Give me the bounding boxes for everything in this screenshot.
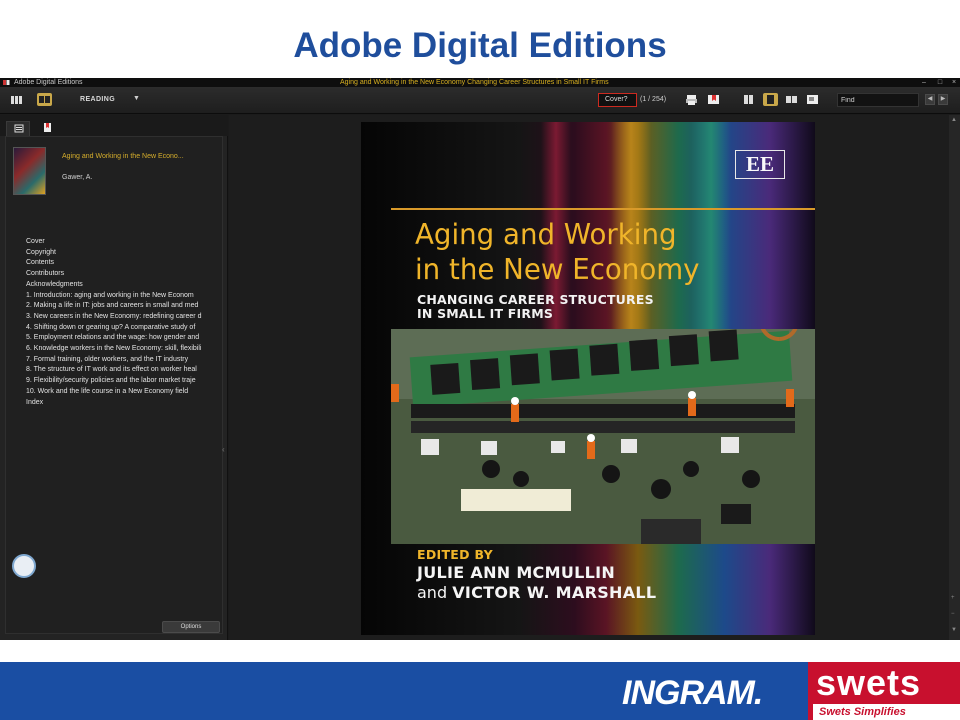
book-thumbnail[interactable] [13, 147, 46, 195]
page-number-input[interactable]: Cover? [598, 93, 637, 107]
options-button[interactable]: Options [162, 621, 220, 633]
print-icon[interactable] [684, 93, 699, 106]
cover-subtitle-line: CHANGING CAREER STRUCTURES [417, 292, 654, 307]
tab-contents[interactable] [6, 121, 30, 136]
book-title[interactable]: Aging and Working in the New Econo... [62, 153, 184, 160]
toc-item[interactable]: Copyright [26, 248, 224, 259]
app-logo-icon [3, 80, 10, 85]
toc-item[interactable]: Contributors [26, 269, 224, 280]
bookmark-tab-icon [44, 123, 51, 132]
single-page-view-icon[interactable] [741, 93, 756, 106]
find-input[interactable] [837, 93, 919, 107]
fit-page-view-icon[interactable] [763, 93, 778, 106]
sidebar-resize-handle[interactable]: ‹ [222, 445, 225, 454]
close-icon[interactable]: × [950, 78, 958, 87]
cover-subtitle: CHANGING CAREER STRUCTURES IN SMALL IT F… [417, 293, 654, 321]
toc-item[interactable]: 7. Formal training, older workers, and t… [26, 355, 224, 366]
toolbar: READING ▼ Cover? (1 / 254) ◀ ▶ [0, 87, 960, 114]
scroll-up-icon[interactable]: ▲ [951, 117, 957, 123]
view-mode-label[interactable]: READING [80, 96, 115, 103]
toc-item[interactable]: 3. New careers in the New Economy: redef… [26, 312, 224, 323]
page-count: (1 / 254) [640, 96, 667, 103]
cover-title-line: in the New Economy [415, 253, 700, 286]
cover-editor-2: and VICTOR W. MARSHALL [417, 583, 656, 602]
maximize-icon[interactable]: □ [936, 78, 944, 87]
slide-title: Adobe Digital Editions [293, 26, 667, 65]
window-titlebar: Adobe Digital Editions Aging and Working… [0, 78, 960, 87]
tab-bookmarks[interactable] [36, 121, 60, 136]
toc-item[interactable]: 1. Introduction: aging and working in th… [26, 291, 224, 302]
library-view-icon[interactable] [9, 93, 24, 106]
cover-divider [391, 208, 815, 210]
cover-photo-circuit-board [391, 329, 815, 544]
find-previous-button[interactable]: ◀ [925, 94, 935, 105]
window-document-title: Aging and Working in the New Economy Cha… [340, 79, 609, 86]
cover-editor-1: JULIE ANN MCMULLIN [417, 563, 616, 582]
table-of-contents: Cover Copyright Contents Contributors Ac… [26, 237, 224, 408]
cover-title: Aging and Working in the New Economy [415, 217, 700, 287]
toc-item[interactable]: Contents [26, 258, 224, 269]
bookmark-icon[interactable] [706, 93, 721, 106]
find-next-button[interactable]: ▶ [938, 94, 948, 105]
table-of-contents-icon [14, 124, 24, 133]
swets-logo: swets [816, 662, 922, 703]
slide-badge-icon [12, 554, 36, 578]
vertical-scrollbar[interactable]: ▲ + − ▼ [949, 115, 960, 640]
toc-item[interactable]: 4. Shifting down or gearing up? A compar… [26, 323, 224, 334]
toc-item[interactable]: Acknowledgments [26, 280, 224, 291]
chevron-down-icon[interactable]: ▼ [133, 95, 140, 102]
toc-item[interactable]: 8. The structure of IT work and its effe… [26, 365, 224, 376]
swets-tagline: Swets Simplifies [813, 704, 960, 720]
publisher-logo: EE [735, 150, 785, 179]
minimize-icon[interactable]: – [920, 78, 928, 87]
zoom-in-icon[interactable]: + [951, 595, 955, 601]
fullscreen-icon[interactable] [805, 93, 820, 106]
fit-width-view-icon[interactable] [784, 93, 799, 106]
toc-item[interactable]: Index [26, 398, 224, 409]
cover-subtitle-line: IN SMALL IT FIRMS [417, 306, 554, 321]
zoom-out-icon[interactable]: − [951, 611, 955, 617]
sidebar-tabs [0, 115, 228, 136]
toc-item[interactable]: 2. Making a life in IT: jobs and careers… [26, 301, 224, 312]
cover-editor-2-name: VICTOR W. MARSHALL [452, 583, 657, 602]
contents-panel: Aging and Working in the New Econo... Ga… [5, 136, 223, 634]
toc-item[interactable]: Cover [26, 237, 224, 248]
cover-edited-by: EDITED BY [417, 547, 493, 562]
slide-footer: INGRAM. swets Swets Simplifies [0, 662, 960, 720]
ingram-logo: INGRAM. [622, 674, 763, 712]
cover-title-line: Aging and Working [415, 218, 677, 251]
toc-item[interactable]: 10. Work and the life course in a New Ec… [26, 387, 224, 398]
cover-editor-2-prefix: and [417, 583, 453, 602]
scroll-down-icon[interactable]: ▼ [951, 627, 957, 633]
book-cover-page: EE Aging and Working in the New Economy … [361, 122, 815, 635]
book-author: Gawer, A. [62, 174, 93, 181]
window-app-name: Adobe Digital Editions [14, 79, 83, 86]
toc-item[interactable]: 5. Employment relations and the wage: ho… [26, 333, 224, 344]
circuit-board-illustration [391, 329, 815, 544]
reading-view-icon[interactable] [37, 93, 52, 106]
swets-logo-box: swets Swets Simplifies [808, 662, 960, 720]
toc-item[interactable]: 6. Knowledge workers in the New Economy:… [26, 344, 224, 355]
toc-item[interactable]: 9. Flexibility/security policies and the… [26, 376, 224, 387]
